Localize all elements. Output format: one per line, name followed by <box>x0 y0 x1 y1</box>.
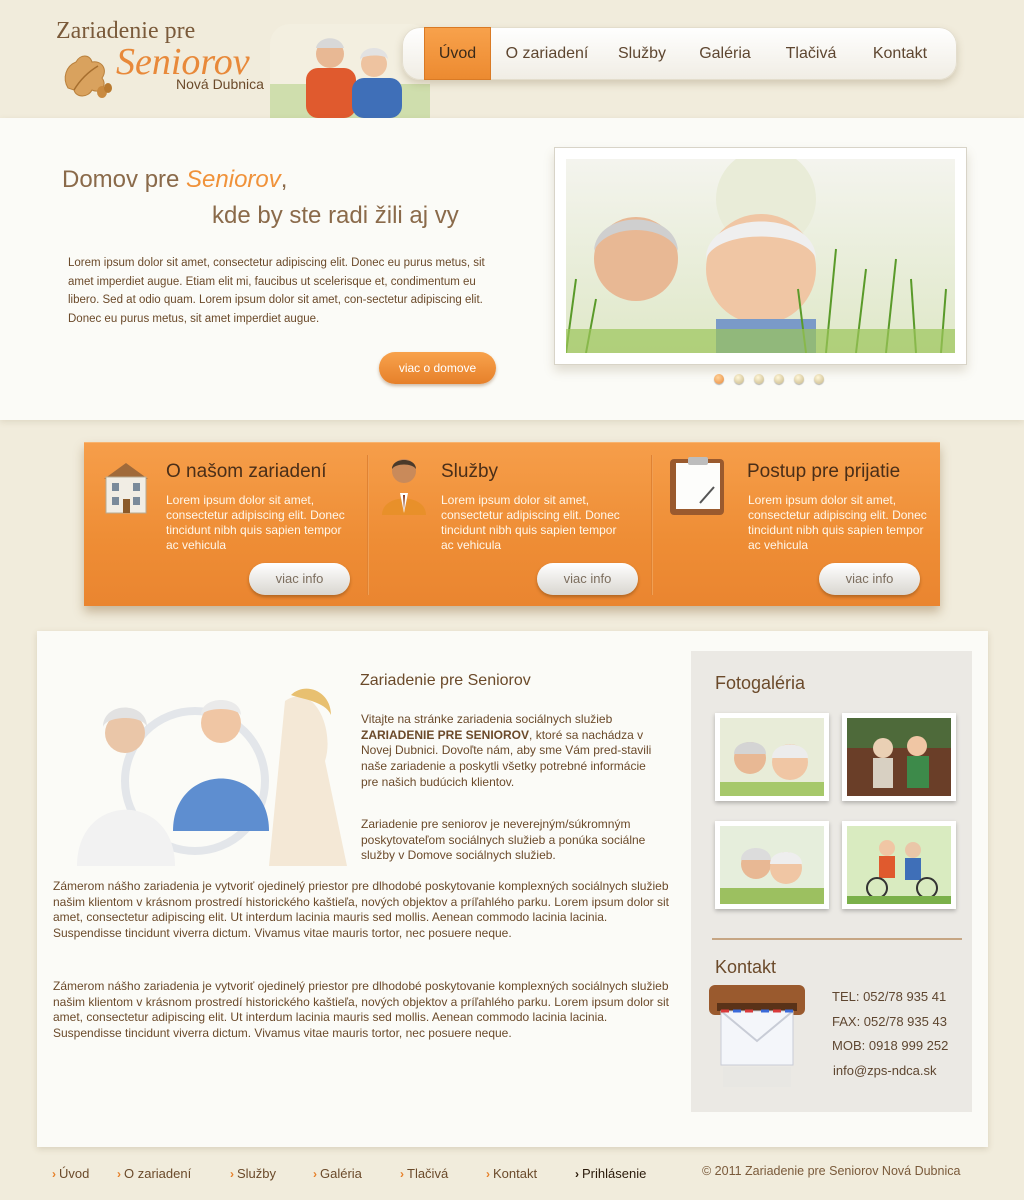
feature-title: O našom zariadení <box>166 461 327 482</box>
footer-link-login[interactable]: › Prihlásenie <box>575 1166 646 1181</box>
nav-item-kontakt[interactable]: Kontakt <box>864 27 936 80</box>
about-text-bold: ZARIADENIE PRE SENIOROV <box>361 727 530 742</box>
footer-link-label: Prihlásenie <box>582 1166 647 1181</box>
contact-phone: TEL: 052/78 935 41 <box>832 989 947 1004</box>
about-image <box>55 671 347 866</box>
main-content: Zariadenie pre Seniorov Vitajte na strán… <box>37 631 988 1147</box>
footer-link-label: Úvod <box>59 1166 90 1181</box>
gallery-thumbnail[interactable] <box>842 821 956 909</box>
contact-fax: FAX: 052/78 935 43 <box>832 1014 947 1029</box>
main-nav: Úvod O zariadení Služby Galéria Tlačivá … <box>402 27 957 80</box>
feature-text: Lorem ipsum dolor sit amet, consectetur … <box>748 493 927 552</box>
footer-link-kontakt[interactable]: › Kontakt <box>486 1166 537 1181</box>
nav-item-tlaciva[interactable]: Tlačivá <box>776 27 846 80</box>
sidebar-divider <box>712 938 962 940</box>
about-title: Zariadenie pre Seniorov <box>360 672 531 689</box>
feature-title: Služby <box>441 461 499 482</box>
chevron-right-icon: › <box>575 1167 579 1181</box>
footer-link-uvod[interactable]: › Úvod <box>52 1166 89 1181</box>
feature-text: Lorem ipsum dolor sit amet, consectetur … <box>166 493 345 552</box>
nav-item-uvod[interactable]: Úvod <box>424 27 491 80</box>
logo-line-3: Nová Dubnica <box>176 76 264 92</box>
site-logo[interactable]: Zariadenie pre Seniorov Nová Dubnica <box>52 14 292 104</box>
footer-link-o-zariadeni[interactable]: › O zariadení <box>117 1166 191 1181</box>
feature-text: Lorem ipsum dolor sit amet, consectetur … <box>441 493 620 552</box>
chevron-right-icon: › <box>400 1167 404 1181</box>
hero-title-comma: , <box>280 166 288 193</box>
house-icon <box>104 463 148 514</box>
slider-dot-2[interactable] <box>734 374 744 384</box>
features-bar: O našom zariadení Lorem ipsum dolor sit … <box>84 442 940 606</box>
hero-title-line-2: kde by ste radi žili aj vy <box>212 202 459 229</box>
footer-link-galeria[interactable]: › Galéria <box>313 1166 362 1181</box>
hero-section: Domov pre Seniorov, kde by ste radi žili… <box>0 118 1024 420</box>
contact-title: Kontakt <box>715 957 777 977</box>
chevron-right-icon: › <box>52 1167 56 1181</box>
image-slider[interactable] <box>554 147 967 365</box>
feature-title: Postup pre prijatie <box>747 461 901 482</box>
more-info-button[interactable]: viac info <box>537 563 638 595</box>
chevron-right-icon: › <box>486 1167 490 1181</box>
nav-item-galeria[interactable]: Galéria <box>690 27 760 80</box>
footer-link-label: Kontakt <box>493 1166 538 1181</box>
slider-image <box>566 159 955 353</box>
about-paragraph-1: Vitajte na stránke zariadenia sociálnych… <box>361 712 665 791</box>
gallery-thumbnail[interactable] <box>715 821 829 909</box>
footer-link-label: Galéria <box>320 1166 362 1181</box>
hero-title-text: Domov pre <box>62 166 187 193</box>
about-paragraph-4: Zámerom nášho zariadenia je vytvoriť oje… <box>53 979 669 1041</box>
gallery-thumbnail[interactable] <box>842 713 956 801</box>
more-about-home-button[interactable]: viac o domove <box>379 352 496 384</box>
clipboard-icon <box>670 457 724 515</box>
hero-title-accent: Seniorov <box>186 166 281 193</box>
slider-dot-4[interactable] <box>774 374 784 384</box>
nav-item-sluzby[interactable]: Služby <box>607 27 677 80</box>
about-text: Vitajte na stránke zariadenia sociálnych… <box>361 712 613 726</box>
slider-dot-6[interactable] <box>814 374 824 384</box>
hero-text: Lorem ipsum dolor sit amet, consectetur … <box>68 257 485 325</box>
contact-mobile: MOB: 0918 999 252 <box>832 1038 949 1053</box>
slider-dot-5[interactable] <box>794 374 804 384</box>
chevron-right-icon: › <box>117 1167 121 1181</box>
gallery-thumbnail[interactable] <box>715 713 829 801</box>
feature-separator <box>651 455 653 595</box>
chevron-right-icon: › <box>313 1167 317 1181</box>
chevron-right-icon: › <box>230 1167 234 1181</box>
hero-title-line-1: Domov pre Seniorov, <box>62 166 287 194</box>
slider-dot-3[interactable] <box>754 374 764 384</box>
footer-link-label: Služby <box>237 1166 277 1181</box>
footer-link-label: O zariadení <box>124 1166 192 1181</box>
more-info-button[interactable]: viac info <box>249 563 350 595</box>
footer-link-sluzby[interactable]: › Služby <box>230 1166 276 1181</box>
sidebar: Fotogaléria Kontakt TEL: 052/78 935 41 F… <box>691 651 972 1112</box>
footer-link-tlaciva[interactable]: › Tlačivá <box>400 1166 448 1181</box>
about-paragraph-3: Zámerom nášho zariadenia je vytvoriť oje… <box>53 879 669 941</box>
copyright: © 2011 Zariadenie pre Seniorov Nová Dubn… <box>702 1164 961 1178</box>
oak-leaf-icon <box>64 55 112 98</box>
slider-dot-1[interactable] <box>714 374 724 384</box>
header: Zariadenie pre Seniorov Nová Dubnica Úvo… <box>0 0 1024 118</box>
contact-email-link[interactable]: info@zps-ndca.sk <box>833 1063 937 1078</box>
footer-nav: › Úvod › O zariadení › Služby › Galéria › Tla… <box>52 1166 702 1182</box>
mailbox-icon <box>709 985 805 1087</box>
person-icon <box>382 459 426 515</box>
about-paragraph-2: Zariadenie pre seniorov je neverejným/sú… <box>361 817 646 863</box>
more-info-button[interactable]: viac info <box>819 563 920 595</box>
footer-link-label: Tlačivá <box>407 1166 449 1181</box>
nav-item-o-zariadeni[interactable]: O zariadení <box>497 27 597 80</box>
gallery-title: Fotogaléria <box>715 673 806 693</box>
feature-separator <box>367 455 369 595</box>
